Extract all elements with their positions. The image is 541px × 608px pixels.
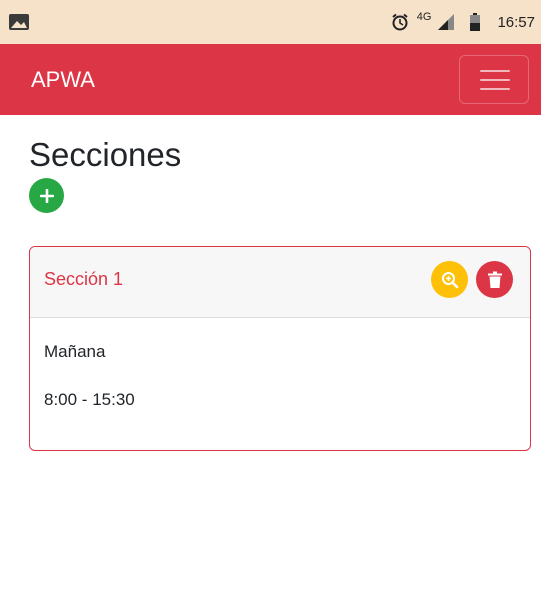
plus-icon — [39, 188, 54, 203]
delete-section-button[interactable] — [476, 261, 513, 298]
page-title: Secciones — [29, 136, 182, 173]
hamburger-bar — [480, 88, 510, 90]
section-card-header: Sección 1 — [30, 247, 530, 318]
hamburger-menu-button[interactable] — [459, 55, 529, 104]
battery-icon — [470, 13, 481, 31]
section-hours: 8:00 - 15:30 — [44, 390, 135, 409]
brand-title[interactable]: APWA — [31, 44, 95, 115]
top-navbar: APWA — [0, 44, 541, 115]
image-notification-icon — [9, 14, 29, 30]
zoom-in-icon — [441, 271, 458, 288]
network-type: 4G — [416, 11, 432, 23]
hamburger-menu-icon — [480, 70, 510, 72]
add-section-button[interactable] — [29, 178, 64, 213]
status-bar: 4G 16:57 — [0, 0, 541, 44]
view-section-button[interactable] — [431, 261, 468, 298]
alarm-icon — [392, 13, 408, 31]
status-icons: 4G 16:57 — [391, 0, 535, 44]
signal-icon — [438, 14, 455, 30]
section-name: Sección 1 — [44, 269, 124, 289]
hamburger-bar — [480, 79, 510, 81]
section-shift: Mañana — [44, 342, 106, 361]
clock: 16:57 — [497, 13, 535, 31]
trash-icon — [487, 271, 502, 288]
section-card: Sección 1 Mañana 8:00 - 15:30 — [29, 246, 531, 451]
